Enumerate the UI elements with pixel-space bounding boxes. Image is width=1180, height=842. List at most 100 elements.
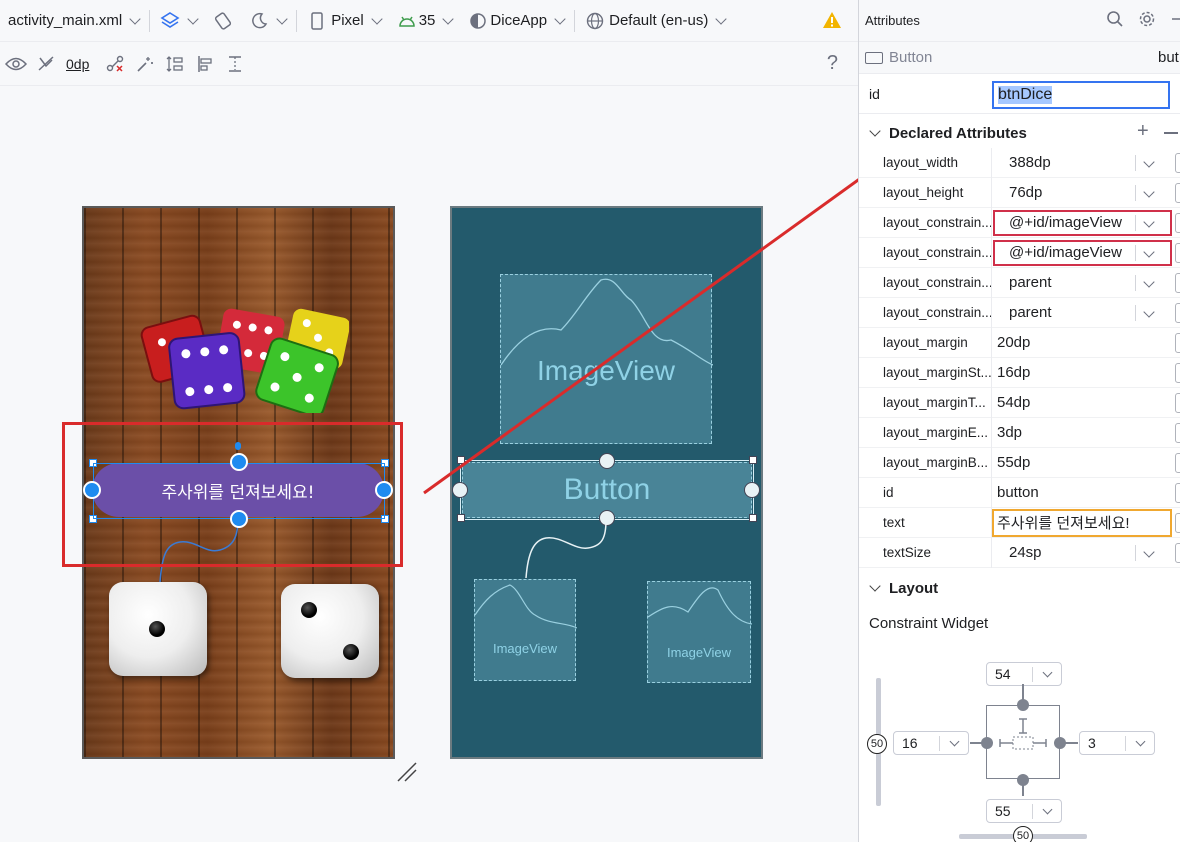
night-mode-button[interactable]	[241, 0, 294, 42]
margin-top-field[interactable]: 54	[986, 662, 1062, 686]
resource-picker-icon[interactable]	[1175, 243, 1180, 263]
chevron-down-icon[interactable]	[1143, 276, 1155, 288]
design-canvas[interactable]: 주사위를 던져보세요! ImageView Button ImageView I…	[0, 86, 858, 842]
resource-picker-icon[interactable]	[1175, 183, 1180, 203]
resource-picker-icon[interactable]	[1175, 213, 1180, 233]
design-surface-button[interactable]	[152, 0, 205, 42]
attribute-row[interactable]: layout_constrain... @+id/imageView	[859, 238, 1180, 268]
resource-picker-icon[interactable]	[1175, 303, 1180, 323]
margin-bottom-field[interactable]: 55	[986, 799, 1062, 823]
api-selector[interactable]: 35	[389, 0, 461, 42]
dice-image-left[interactable]	[109, 582, 207, 676]
resource-picker-icon[interactable]	[1175, 513, 1180, 533]
vertical-bias-knob[interactable]: 50	[867, 734, 887, 754]
horizontal-bias-knob[interactable]: 50	[1013, 826, 1033, 842]
infer-constraints-icon[interactable]	[131, 50, 159, 78]
remove-attribute-icon[interactable]	[1164, 132, 1178, 134]
constraint-dot-bottom[interactable]	[1017, 774, 1029, 786]
resource-picker-icon[interactable]	[1175, 423, 1180, 443]
attribute-row[interactable]: layout_constrain... parent	[859, 268, 1180, 298]
autoconnect-icon[interactable]	[32, 50, 60, 78]
constraint-handle-start[interactable]	[452, 482, 468, 498]
gear-icon[interactable]	[1138, 10, 1156, 31]
attribute-value[interactable]: @+id/imageView	[1009, 214, 1122, 231]
constraint-handle-end[interactable]	[744, 482, 760, 498]
file-tab[interactable]: activity_main.xml	[0, 0, 147, 42]
constraint-dot-top[interactable]	[1017, 699, 1029, 711]
resource-picker-icon[interactable]	[1175, 483, 1180, 503]
attribute-row[interactable]: textSize 24sp	[859, 538, 1180, 568]
resize-handle[interactable]	[457, 514, 465, 522]
resource-picker-icon[interactable]	[1175, 333, 1180, 353]
attribute-row[interactable]: layout_height 76dp	[859, 178, 1180, 208]
blueprint-imageview-right[interactable]: ImageView	[647, 581, 752, 683]
attribute-value[interactable]: parent	[1009, 274, 1052, 291]
constraint-handle-top[interactable]	[599, 453, 615, 469]
resource-picker-icon[interactable]	[1175, 393, 1180, 413]
attribute-row[interactable]: layout_constrain... parent	[859, 298, 1180, 328]
attribute-value[interactable]: @+id/imageView	[1009, 244, 1122, 261]
attribute-value[interactable]: 20dp	[997, 334, 1030, 351]
attribute-value[interactable]: 388dp	[1009, 154, 1051, 171]
chevron-down-icon[interactable]	[1143, 546, 1155, 558]
attribute-value[interactable]: 24sp	[1009, 544, 1042, 561]
size-mode-icon[interactable]	[996, 715, 1050, 769]
attribute-divider	[991, 418, 992, 448]
resize-handle[interactable]	[749, 456, 757, 464]
chevron-down-icon[interactable]	[1143, 156, 1155, 168]
attribute-row[interactable]: layout_marginE... 3dp	[859, 418, 1180, 448]
minimize-icon[interactable]	[1170, 10, 1180, 31]
resize-handle[interactable]	[749, 514, 757, 522]
attribute-value[interactable]: 54dp	[997, 394, 1030, 411]
margin-start-field[interactable]: 16	[893, 731, 969, 755]
resize-handle[interactable]	[457, 456, 465, 464]
attribute-value[interactable]: 3dp	[997, 424, 1022, 441]
locale-selector[interactable]: Default (en-us)	[577, 0, 733, 42]
id-input[interactable]: btnDice	[992, 81, 1170, 109]
search-icon[interactable]	[1106, 10, 1124, 31]
attribute-value[interactable]: 55dp	[997, 454, 1030, 471]
attribute-value[interactable]: 주사위를 던져보세요!	[997, 512, 1130, 533]
resource-picker-icon[interactable]	[1175, 543, 1180, 563]
resource-picker-icon[interactable]	[1175, 153, 1180, 173]
attribute-row[interactable]: layout_margin 20dp	[859, 328, 1180, 358]
margin-end-field[interactable]: 3	[1079, 731, 1155, 755]
attribute-row[interactable]: layout_constrain... @+id/imageView	[859, 208, 1180, 238]
attribute-row[interactable]: layout_marginSt... 16dp	[859, 358, 1180, 388]
attribute-value[interactable]: 76dp	[1009, 184, 1042, 201]
chevron-down-icon[interactable]	[1143, 306, 1155, 318]
attribute-value[interactable]: 16dp	[997, 364, 1030, 381]
attribute-row[interactable]: layout_marginB... 55dp	[859, 448, 1180, 478]
attribute-row[interactable]: text 주사위를 던져보세요!	[859, 508, 1180, 538]
blueprint-preview[interactable]: ImageView Button ImageView ImageView	[450, 206, 763, 759]
guidelines-icon[interactable]	[221, 50, 249, 78]
clear-constraints-icon[interactable]	[101, 50, 129, 78]
eye-icon[interactable]	[2, 50, 30, 78]
attribute-value[interactable]: button	[997, 484, 1039, 501]
attribute-value[interactable]: parent	[1009, 304, 1052, 321]
default-margin-value[interactable]: 0dp	[62, 56, 93, 72]
attribute-row[interactable]: layout_marginT... 54dp	[859, 388, 1180, 418]
constraint-dot-right[interactable]	[1054, 737, 1066, 749]
warning-icon[interactable]	[822, 11, 842, 32]
chevron-down-icon[interactable]	[1143, 186, 1155, 198]
resource-picker-icon[interactable]	[1175, 273, 1180, 293]
blueprint-imageview-main[interactable]: ImageView	[500, 274, 713, 444]
resource-picker-icon[interactable]	[1175, 453, 1180, 473]
declared-attributes-header[interactable]: Declared Attributes +	[859, 118, 1180, 148]
device-selector[interactable]: Pixel	[299, 0, 389, 42]
add-attribute-icon[interactable]: +	[1137, 120, 1149, 143]
pack-icon[interactable]	[161, 50, 189, 78]
blueprint-imageview-left[interactable]: ImageView	[474, 579, 577, 681]
theme-selector[interactable]: DiceApp	[460, 0, 572, 42]
dice-image-right[interactable]	[281, 584, 379, 678]
layout-section-header[interactable]: Layout	[859, 573, 1180, 603]
resize-corner-icon[interactable]	[396, 761, 418, 783]
resource-picker-icon[interactable]	[1175, 363, 1180, 383]
orientation-button[interactable]	[205, 0, 241, 42]
constraint-dot-left[interactable]	[981, 737, 993, 749]
attribute-row[interactable]: layout_width 388dp	[859, 148, 1180, 178]
attribute-row[interactable]: id button	[859, 478, 1180, 508]
align-icon[interactable]	[191, 50, 219, 78]
help-icon[interactable]: ?	[827, 52, 838, 75]
